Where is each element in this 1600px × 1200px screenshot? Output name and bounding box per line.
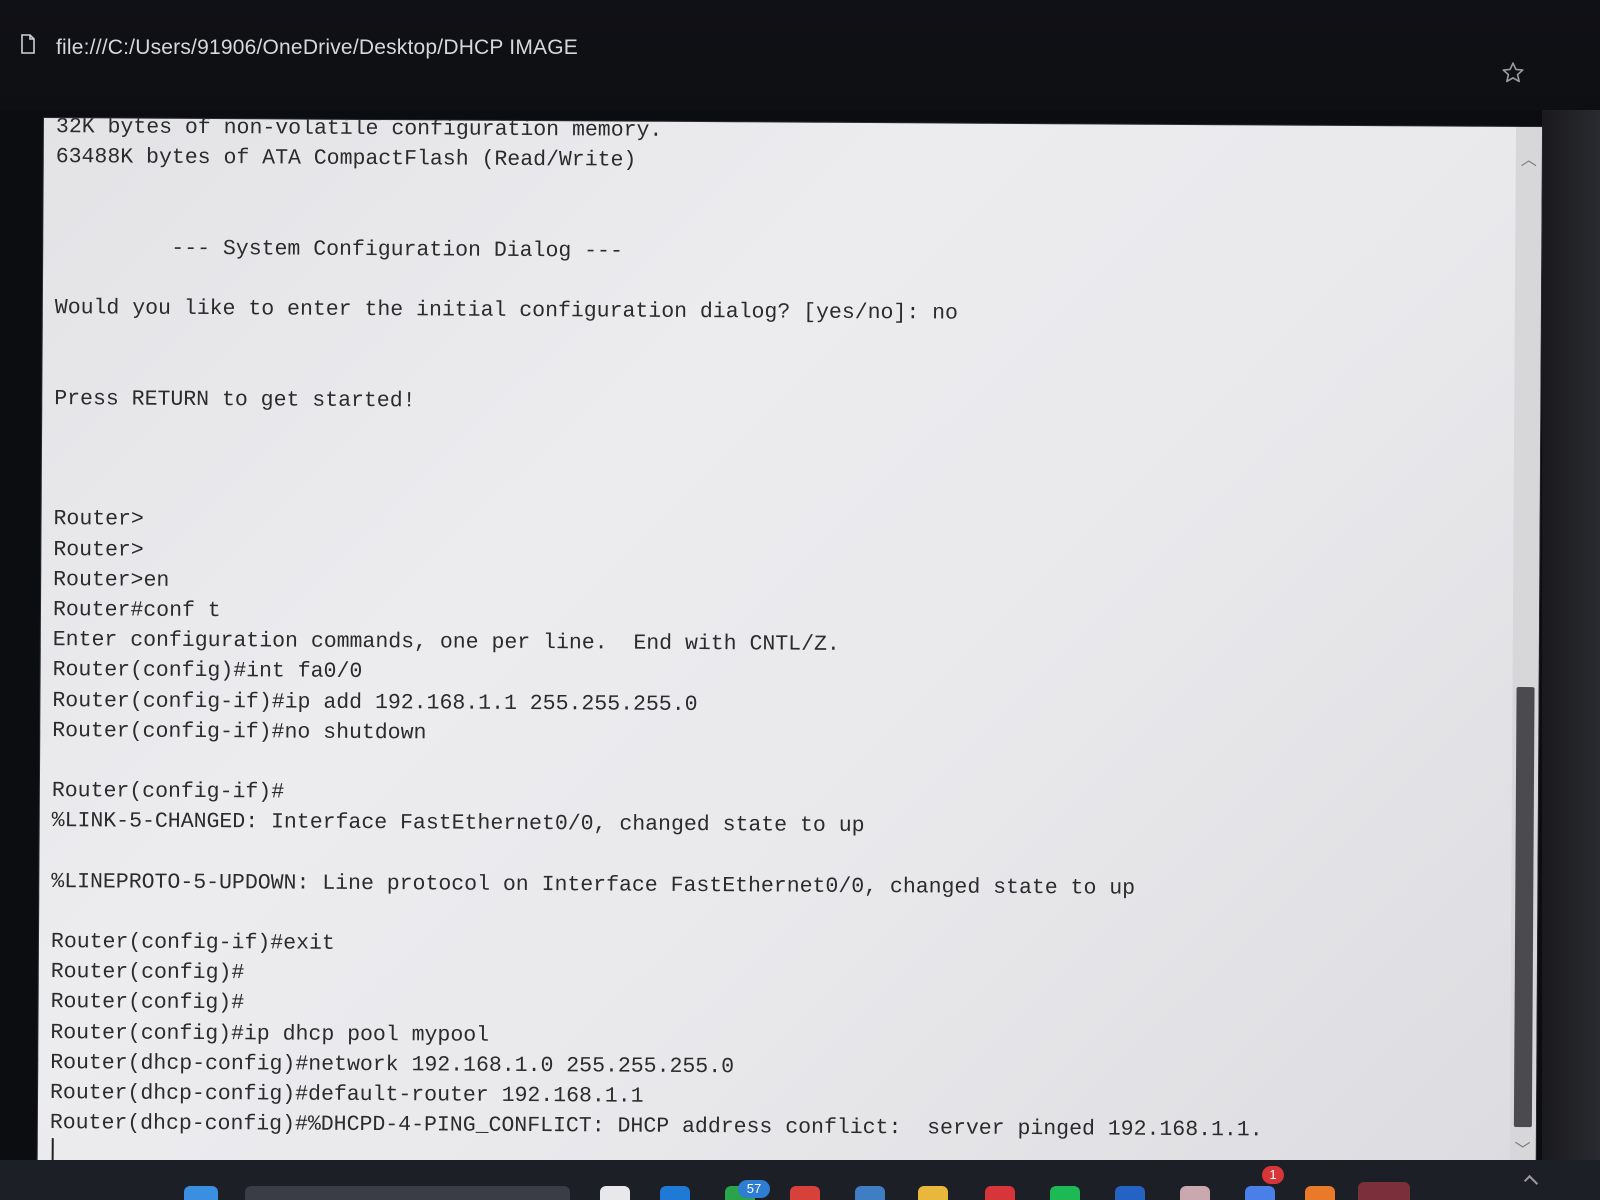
app-icon[interactable] <box>1305 1186 1335 1200</box>
app-icon[interactable] <box>1245 1186 1275 1200</box>
star-icon[interactable] <box>1500 60 1526 86</box>
terminal-output: 32K bytes of non-volatile configuration … <box>50 118 1502 1169</box>
app-icon[interactable] <box>1358 1182 1410 1200</box>
chevron-up-icon[interactable] <box>1523 1174 1539 1190</box>
screen: file:///C:/Users/91906/OneDrive/Desktop/… <box>0 0 1600 1200</box>
app-icon[interactable] <box>790 1186 820 1200</box>
app-icon[interactable] <box>985 1186 1015 1200</box>
scroll-thumb[interactable] <box>1513 687 1535 1128</box>
screen-bezel <box>1542 110 1600 1200</box>
taskbar: 57 1 <box>0 1160 1600 1200</box>
app-icon[interactable] <box>600 1186 630 1200</box>
url-text[interactable]: file:///C:/Users/91906/OneDrive/Desktop/… <box>56 36 578 60</box>
page-viewport: 32K bytes of non-volatile configuration … <box>37 118 1542 1170</box>
notification-badge: 57 <box>738 1180 770 1198</box>
browser-address-bar: file:///C:/Users/91906/OneDrive/Desktop/… <box>0 0 1600 110</box>
app-icon[interactable] <box>855 1186 885 1200</box>
chevron-up-icon[interactable]: ︿ <box>1516 147 1542 173</box>
start-icon[interactable] <box>184 1186 218 1200</box>
file-icon <box>21 34 35 54</box>
app-icon[interactable] <box>1115 1186 1145 1200</box>
notification-badge: 1 <box>1262 1166 1284 1184</box>
app-icon[interactable] <box>660 1186 690 1200</box>
scrollbar[interactable]: ︿ ﹀ <box>1509 126 1542 1170</box>
folder-icon[interactable] <box>918 1186 948 1200</box>
search-bar[interactable] <box>245 1186 570 1200</box>
app-icon[interactable] <box>1050 1186 1080 1200</box>
app-icon[interactable] <box>1180 1186 1210 1200</box>
